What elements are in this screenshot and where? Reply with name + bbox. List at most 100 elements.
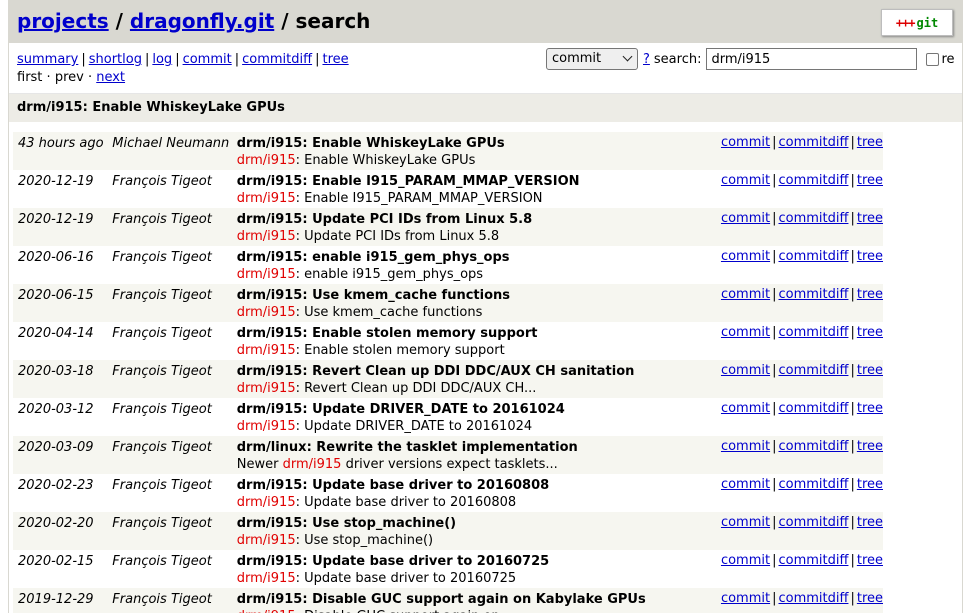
commit-subject-link[interactable]: drm/i915: Use kmem_cache functions bbox=[237, 287, 717, 304]
commit-subject-link[interactable]: drm/i915: Disable GUC support again on K… bbox=[237, 591, 717, 608]
row-commitdiff-link[interactable]: commitdiff bbox=[778, 591, 848, 606]
row-commit-link[interactable]: commit bbox=[721, 287, 770, 302]
row-links: commit | commitdiff | tree bbox=[716, 360, 883, 398]
row-tree-link[interactable]: tree bbox=[857, 591, 883, 606]
search-match: drm/i915 bbox=[236, 153, 296, 168]
commit-subject-link[interactable]: drm/i915: Update base driver to 20160808 bbox=[237, 477, 717, 494]
search-match: drm/i915 bbox=[236, 381, 296, 396]
commit-author[interactable]: François Tigeot bbox=[107, 550, 232, 588]
nav-log-link[interactable]: log bbox=[152, 52, 172, 67]
row-tree-link[interactable]: tree bbox=[857, 325, 883, 340]
nav-commitdiff-link[interactable]: commitdiff bbox=[242, 52, 312, 67]
row-commitdiff-link[interactable]: commitdiff bbox=[778, 135, 848, 150]
commit-subject-link[interactable]: drm/i915: Update PCI IDs from Linux 5.8 bbox=[237, 211, 717, 228]
row-tree-link[interactable]: tree bbox=[857, 515, 883, 530]
table-row: 2020-12-19 François Tigeot drm/i915: Updat… bbox=[13, 208, 883, 246]
row-commit-link[interactable]: commit bbox=[721, 553, 770, 568]
table-row: 2019-12-29 François Tigeot drm/i915: Disab… bbox=[13, 588, 883, 613]
commit-subject-link[interactable]: drm/i915: Use stop_machine() bbox=[237, 515, 717, 532]
commit-message: drm/linux: Rewrite the tasklet implement… bbox=[233, 436, 717, 474]
row-commitdiff-link[interactable]: commitdiff bbox=[778, 363, 848, 378]
row-commit-link[interactable]: commit bbox=[721, 211, 770, 226]
nav-commit-link[interactable]: commit bbox=[183, 52, 232, 67]
row-tree-link[interactable]: tree bbox=[857, 211, 883, 226]
row-commit-link[interactable]: commit bbox=[721, 249, 770, 264]
commit-author[interactable]: Michael Neumann bbox=[107, 132, 232, 170]
commit-author[interactable]: François Tigeot bbox=[107, 170, 232, 208]
commit-subject-link[interactable]: drm/i915: Update base driver to 20160725 bbox=[237, 553, 717, 570]
row-commitdiff-link[interactable]: commitdiff bbox=[778, 401, 848, 416]
row-commit-link[interactable]: commit bbox=[721, 439, 770, 454]
commit-author[interactable]: François Tigeot bbox=[107, 322, 232, 360]
repo-link[interactable]: dragonfly.git bbox=[130, 9, 274, 33]
search-match: drm/i915 bbox=[236, 305, 296, 320]
header-breadcrumb: projects / dragonfly.git / search bbox=[17, 9, 962, 33]
git-logo-icon[interactable]: +++ git bbox=[881, 9, 953, 36]
regex-checkbox[interactable] bbox=[926, 52, 940, 66]
commit-author[interactable]: François Tigeot bbox=[107, 588, 232, 613]
commit-author[interactable]: François Tigeot bbox=[107, 398, 232, 436]
commit-author[interactable]: François Tigeot bbox=[107, 284, 232, 322]
row-tree-link[interactable]: tree bbox=[857, 439, 883, 454]
row-commit-link[interactable]: commit bbox=[721, 363, 770, 378]
commit-subject-link[interactable]: drm/i915: Enable stolen memory support bbox=[237, 325, 717, 342]
row-commitdiff-link[interactable]: commitdiff bbox=[778, 515, 848, 530]
row-commit-link[interactable]: commit bbox=[721, 591, 770, 606]
commit-subject-link[interactable]: drm/i915: enable i915_gem_phys_ops bbox=[237, 249, 717, 266]
commit-message: drm/i915: Use kmem_cache functions drm/i9… bbox=[233, 284, 717, 322]
commit-author[interactable]: François Tigeot bbox=[107, 360, 232, 398]
row-commitdiff-link[interactable]: commitdiff bbox=[778, 325, 848, 340]
commit-subject-link[interactable]: drm/linux: Rewrite the tasklet implement… bbox=[237, 439, 717, 456]
paging-next-link[interactable]: next bbox=[96, 70, 125, 85]
commit-subject-link[interactable]: drm/i915: Update DRIVER_DATE to 20161024 bbox=[237, 401, 717, 418]
commit-author[interactable]: François Tigeot bbox=[107, 246, 232, 284]
row-tree-link[interactable]: tree bbox=[857, 135, 883, 150]
row-commitdiff-link[interactable]: commitdiff bbox=[778, 173, 848, 188]
row-tree-link[interactable]: tree bbox=[857, 287, 883, 302]
search-help-link[interactable]: ? bbox=[643, 52, 650, 67]
row-commitdiff-link[interactable]: commitdiff bbox=[778, 477, 848, 492]
commit-author[interactable]: François Tigeot bbox=[107, 512, 232, 550]
body-suffix: : Disable GUC support again on... bbox=[296, 609, 512, 613]
row-tree-link[interactable]: tree bbox=[857, 477, 883, 492]
commit-subject-link[interactable]: drm/i915: Enable I915_PARAM_MMAP_VERSION bbox=[237, 173, 717, 190]
row-commit-link[interactable]: commit bbox=[721, 325, 770, 340]
nav-tree-link[interactable]: tree bbox=[322, 52, 348, 67]
projects-link[interactable]: projects bbox=[17, 9, 109, 33]
nav-shortlog-link[interactable]: shortlog bbox=[89, 52, 142, 67]
commit-body: drm/i915: Revert Clean up DDI DDC/AUX CH… bbox=[237, 380, 717, 397]
commit-author[interactable]: François Tigeot bbox=[107, 208, 232, 246]
search-input[interactable] bbox=[706, 48, 918, 70]
row-links: commit | commitdiff | tree bbox=[716, 398, 883, 436]
commit-subject-link[interactable]: drm/i915: Enable WhiskeyLake GPUs bbox=[237, 135, 717, 152]
commit-message: drm/i915: Use stop_machine() drm/i915: Us… bbox=[233, 512, 717, 550]
row-commitdiff-link[interactable]: commitdiff bbox=[778, 211, 848, 226]
row-commit-link[interactable]: commit bbox=[721, 477, 770, 492]
row-commitdiff-link[interactable]: commitdiff bbox=[778, 249, 848, 264]
row-commit-link[interactable]: commit bbox=[721, 135, 770, 150]
row-tree-link[interactable]: tree bbox=[857, 401, 883, 416]
row-links: commit | commitdiff | tree bbox=[716, 170, 883, 208]
commit-message: drm/i915: Enable stolen memory support dr… bbox=[233, 322, 717, 360]
row-commitdiff-link[interactable]: commitdiff bbox=[778, 287, 848, 302]
row-commit-link[interactable]: commit bbox=[721, 173, 770, 188]
nav-summary-link[interactable]: summary bbox=[17, 52, 78, 67]
commit-age: 2020-02-23 bbox=[18, 478, 94, 493]
table-row: 2020-03-09 François Tigeot drm/linux: Rewr… bbox=[13, 436, 883, 474]
commit-body: drm/i915: Disable GUC support again on..… bbox=[237, 608, 717, 613]
row-tree-link[interactable]: tree bbox=[857, 363, 883, 378]
commit-author[interactable]: François Tigeot bbox=[107, 436, 232, 474]
row-tree-link[interactable]: tree bbox=[857, 173, 883, 188]
row-tree-link[interactable]: tree bbox=[857, 249, 883, 264]
commit-subject-link[interactable]: drm/i915: Revert Clean up DDI DDC/AUX CH… bbox=[237, 363, 717, 380]
commit-author[interactable]: François Tigeot bbox=[107, 474, 232, 512]
row-commit-link[interactable]: commit bbox=[721, 401, 770, 416]
commit-body: drm/i915: Update PCI IDs from Linux 5.8 bbox=[237, 228, 717, 245]
search-match: drm/i915 bbox=[236, 571, 296, 586]
row-tree-link[interactable]: tree bbox=[857, 553, 883, 568]
page-title[interactable]: drm/i915: Enable WhiskeyLake GPUs bbox=[9, 94, 962, 122]
row-commitdiff-link[interactable]: commitdiff bbox=[778, 553, 848, 568]
row-commit-link[interactable]: commit bbox=[721, 515, 770, 530]
search-type-select[interactable]: commit bbox=[546, 48, 638, 70]
row-commitdiff-link[interactable]: commitdiff bbox=[778, 439, 848, 454]
